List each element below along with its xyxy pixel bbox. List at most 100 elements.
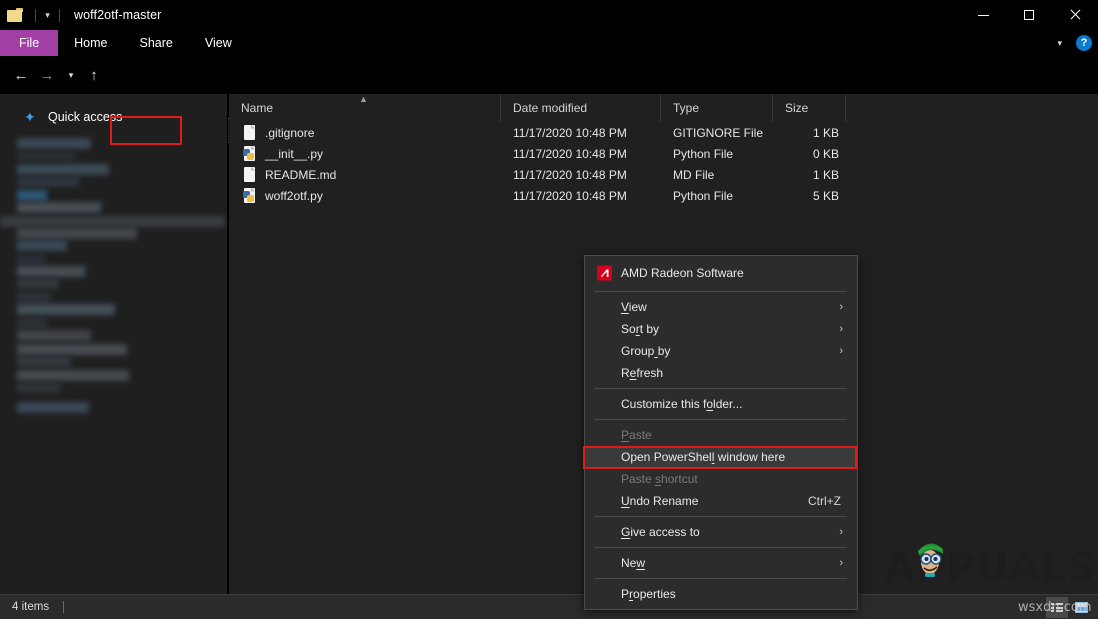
details-view-icon: [1051, 603, 1063, 612]
menu-item-label: Undo Rename: [621, 494, 698, 508]
table-row[interactable]: __init__.py11/17/2020 10:48 PMPython Fil…: [229, 143, 1098, 164]
sidebar-redacted-row: [17, 402, 89, 413]
tab-home[interactable]: Home: [58, 30, 123, 56]
menu-item-sort-by[interactable]: Sort by ›: [585, 318, 857, 340]
menu-separator: [595, 547, 847, 548]
folder-icon: [7, 8, 24, 22]
menu-item-label: Open PowerShell window here: [621, 450, 785, 464]
menu-item-label: Sort by: [621, 322, 659, 336]
address-bar-row: ← → ▾ ↑ cmd ▾ → Search woff2otf-master: [0, 56, 1098, 94]
sidebar-redacted-items: [0, 138, 228, 473]
column-headers: Name ▲ Date modified Type Size: [229, 94, 1098, 122]
close-button[interactable]: [1052, 0, 1098, 30]
sidebar-item-quick-access[interactable]: ✦ Quick access: [24, 110, 122, 124]
file-name-cell: .gitignore: [229, 125, 501, 141]
menu-item-properties[interactable]: Properties: [585, 583, 857, 605]
forward-button[interactable]: →: [36, 64, 58, 86]
menu-item-label: Give access to: [621, 525, 700, 539]
chevron-right-icon: ›: [839, 301, 843, 313]
up-button[interactable]: ↑: [83, 64, 105, 86]
large-icons-view-button[interactable]: [1070, 597, 1092, 618]
column-header-type[interactable]: Type: [661, 94, 773, 122]
recent-locations-button[interactable]: ▾: [60, 64, 82, 86]
menu-item-label: Paste: [621, 428, 652, 442]
menu-item-open-powershell-window-here[interactable]: Open PowerShell window here: [585, 446, 857, 468]
sidebar-redacted-row: [17, 318, 47, 329]
column-header-label: Size: [785, 101, 808, 115]
sidebar-redacted-row: [17, 292, 51, 303]
table-row[interactable]: README.md11/17/2020 10:48 PMMD File1 KB: [229, 164, 1098, 185]
toolbar-divider: [59, 9, 60, 22]
chevron-right-icon: ›: [839, 323, 843, 335]
close-icon: [1069, 9, 1081, 21]
chevron-down-icon[interactable]: ▾: [42, 11, 53, 20]
help-button[interactable]: ?: [1076, 35, 1092, 51]
menu-item-give-access-to[interactable]: Give access to›: [585, 521, 857, 543]
menu-separator: [595, 578, 847, 579]
python-file-icon: [243, 146, 257, 162]
sidebar-redacted-row: [17, 370, 129, 381]
file-name-label: __init__.py: [265, 147, 323, 161]
menu-item-label: View: [621, 300, 647, 314]
table-row[interactable]: .gitignore11/17/2020 10:48 PMGITIGNORE F…: [229, 122, 1098, 143]
file-type-cell: GITIGNORE File: [661, 126, 773, 140]
file-size-cell: 5 KB: [773, 189, 846, 203]
sidebar-redacted-row: [17, 304, 115, 315]
sidebar-redacted-row: [17, 240, 67, 251]
menu-item-view[interactable]: View ›: [585, 296, 857, 318]
menu-item-label: Customize this folder...: [621, 397, 742, 411]
sidebar-redacted-row: [17, 190, 47, 201]
details-view-button[interactable]: [1046, 597, 1068, 618]
file-type-cell: Python File: [661, 189, 773, 203]
title-bar: ▾ woff2otf-master: [0, 0, 1098, 30]
menu-item-customize-this-folder[interactable]: Customize this folder...: [585, 393, 857, 415]
sidebar-redacted-row: [17, 150, 75, 161]
status-divider: [63, 601, 64, 613]
menu-item-new[interactable]: New›: [585, 552, 857, 574]
file-name-cell: README.md: [229, 167, 501, 183]
menu-item-undo-rename[interactable]: Undo Rename Ctrl+Z: [585, 490, 857, 512]
context-menu: AMD Radeon Software View › Sort by › Group by…: [584, 255, 858, 610]
menu-item-refresh[interactable]: Refresh: [585, 362, 857, 384]
menu-item-group-by[interactable]: Group by›: [585, 340, 857, 362]
column-header-date-modified[interactable]: Date modified: [501, 94, 661, 122]
menu-item-paste-shortcut: Paste shortcut: [585, 468, 857, 490]
file-size-cell: 0 KB: [773, 147, 846, 161]
file-date-cell: 11/17/2020 10:48 PM: [501, 189, 661, 203]
menu-separator: [595, 419, 847, 420]
document-icon: [243, 125, 257, 141]
back-button[interactable]: ←: [10, 64, 32, 86]
menu-separator: [595, 291, 847, 292]
column-header-label: Date modified: [513, 101, 587, 115]
file-type-cell: MD File: [661, 168, 773, 182]
chevron-down-icon[interactable]: ▾: [1053, 38, 1066, 49]
menu-item-amd-radeon-software[interactable]: AMD Radeon Software: [585, 259, 857, 287]
file-explorer-window: ▾ woff2otf-master File Home Share View ▾…: [0, 0, 1098, 619]
sidebar-redacted-row: [17, 138, 91, 149]
minimize-button[interactable]: [960, 0, 1006, 30]
quick-access-toolbar: ▾: [0, 0, 66, 30]
file-size-cell: 1 KB: [773, 126, 846, 140]
star-icon: ✦: [24, 111, 38, 124]
maximize-button[interactable]: [1006, 0, 1052, 30]
python-file-icon: [243, 188, 257, 204]
chevron-right-icon: ›: [839, 557, 843, 569]
menu-item-label: AMD Radeon Software: [621, 266, 744, 280]
column-header-label: Type: [673, 101, 699, 115]
column-header-name[interactable]: Name ▲: [229, 94, 501, 122]
file-name-label: README.md: [265, 168, 336, 182]
tab-share[interactable]: Share: [124, 30, 189, 56]
menu-item-label: Paste shortcut: [621, 472, 698, 486]
tab-view[interactable]: View: [189, 30, 248, 56]
amd-radeon-icon: [597, 266, 612, 281]
table-row[interactable]: woff2otf.py 11/17/2020 10:48 PMPython Fil…: [229, 185, 1098, 206]
column-header-size[interactable]: Size: [773, 94, 846, 122]
file-size-cell: 1 KB: [773, 168, 846, 182]
view-mode-buttons: [1046, 597, 1092, 618]
tab-file[interactable]: File: [0, 30, 58, 56]
menu-item-shortcut: Ctrl+Z: [808, 494, 841, 508]
sidebar-redacted-row: [17, 356, 71, 367]
file-name-label: woff2otf.py: [265, 189, 323, 203]
menu-item-label: Properties: [621, 587, 676, 601]
file-name-cell: woff2otf.py: [229, 188, 501, 204]
